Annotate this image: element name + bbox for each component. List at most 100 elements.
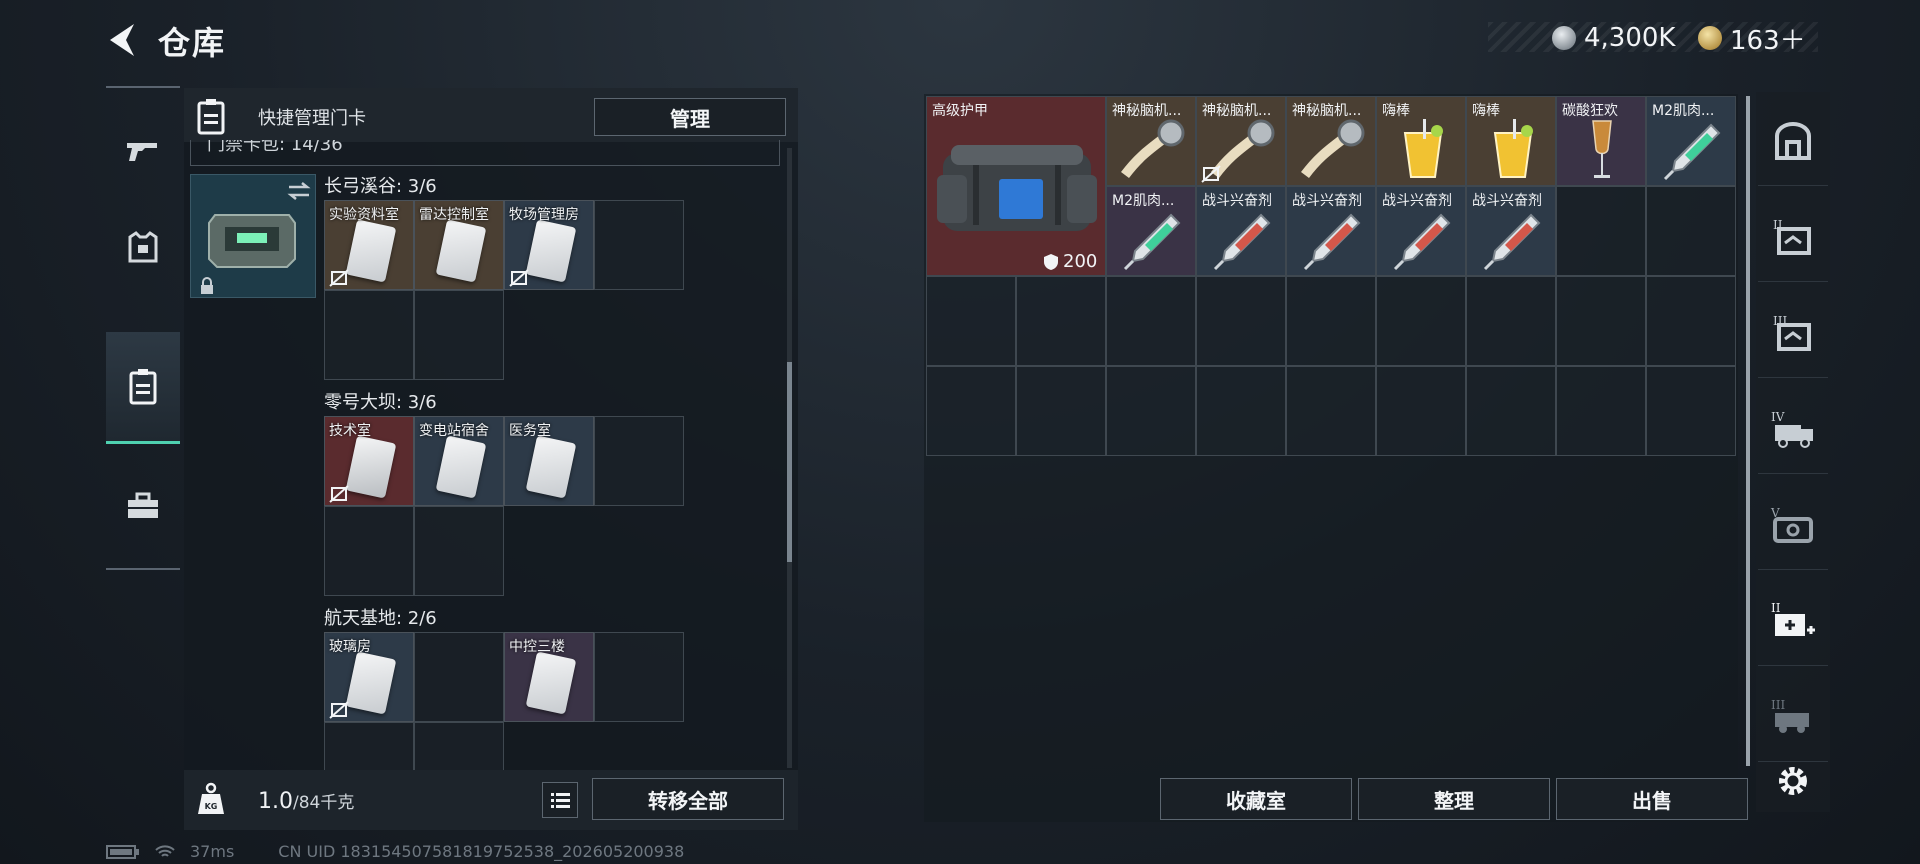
ping-readout: 37ms bbox=[190, 842, 235, 861]
item-combat-stimulant-2[interactable]: 战斗兴奋剂 bbox=[1286, 186, 1376, 276]
empty-storage-slot[interactable] bbox=[1556, 366, 1646, 456]
box-icon: II bbox=[1773, 218, 1811, 255]
empty-keycard-slot[interactable] bbox=[594, 416, 684, 506]
item-combat-stimulant-3[interactable]: 战斗兴奋剂 bbox=[1376, 186, 1466, 276]
nav-item-keycard[interactable] bbox=[106, 332, 180, 444]
storage-tab-5[interactable]: V bbox=[1758, 480, 1828, 570]
keycard-substation-dorm[interactable]: 变电站宿舍 bbox=[414, 416, 504, 506]
back-arrow-icon[interactable] bbox=[104, 20, 140, 60]
empty-storage-slot[interactable] bbox=[926, 366, 1016, 456]
keycard-pack-slot[interactable] bbox=[190, 174, 316, 298]
keycard-tech-room[interactable]: 技术室 bbox=[324, 416, 414, 506]
keycard-image bbox=[345, 651, 397, 715]
storage-tab-backpack[interactable] bbox=[1758, 96, 1828, 186]
empty-keycard-slot[interactable] bbox=[324, 722, 414, 770]
keycard-image bbox=[435, 435, 487, 499]
empty-storage-slot[interactable] bbox=[1196, 276, 1286, 366]
empty-keycard-slot[interactable] bbox=[414, 290, 504, 380]
nav-item-weapon[interactable] bbox=[106, 102, 180, 198]
storage-tab-4[interactable]: IV bbox=[1758, 384, 1828, 474]
transfer-all-button[interactable]: 转移全部 bbox=[592, 778, 784, 820]
item-brain-device-1[interactable]: 神秘脑机... bbox=[1106, 96, 1196, 186]
nav-item-equipment[interactable] bbox=[106, 200, 180, 296]
list-icon bbox=[551, 793, 570, 808]
nav-item-toolbox[interactable] bbox=[106, 458, 180, 554]
empty-keycard-slot[interactable] bbox=[414, 632, 504, 722]
storage-tab-3[interactable]: III bbox=[1758, 288, 1828, 378]
empty-storage-slot[interactable] bbox=[1016, 366, 1106, 456]
item-carbonated-carnival[interactable]: 碳酸狂欢 bbox=[1556, 96, 1646, 186]
keycard-radar-control[interactable]: 雷达控制室 bbox=[414, 200, 504, 290]
item-brain-device-2[interactable]: 神秘脑机... bbox=[1196, 96, 1286, 186]
empty-keycard-slot[interactable] bbox=[324, 290, 414, 380]
empty-storage-slot[interactable] bbox=[1286, 366, 1376, 456]
svg-text:KG: KG bbox=[205, 802, 218, 811]
item-m2-muscle-1[interactable]: M2肌肉... bbox=[1646, 96, 1736, 186]
empty-storage-slot[interactable] bbox=[1556, 186, 1646, 276]
drink-icon bbox=[1493, 119, 1533, 178]
item-m2-muscle-2[interactable]: M2肌肉... bbox=[1106, 186, 1196, 276]
item-brain-device-3[interactable]: 神秘脑机... bbox=[1286, 96, 1376, 186]
toolbox-icon bbox=[128, 492, 158, 518]
empty-keycard-slot[interactable] bbox=[594, 632, 684, 722]
empty-keycard-slot[interactable] bbox=[414, 722, 504, 770]
empty-storage-slot[interactable] bbox=[926, 276, 1016, 366]
item-combat-stimulant-4[interactable]: 战斗兴奋剂 bbox=[1466, 186, 1556, 276]
empty-storage-slot[interactable] bbox=[1106, 276, 1196, 366]
item-hi-stick-2[interactable]: 嗨棒 bbox=[1466, 96, 1556, 186]
keycard-control-3f[interactable]: 中控三楼 bbox=[504, 632, 594, 722]
durability-shield-icon bbox=[1044, 254, 1058, 270]
item-label: 战斗兴奋剂 bbox=[1382, 193, 1452, 209]
item-label: 嗨棒 bbox=[1472, 103, 1500, 119]
empty-storage-slot[interactable] bbox=[1466, 366, 1556, 456]
item-label: 神秘脑机... bbox=[1202, 103, 1272, 119]
gold-currency[interactable]: 163＋ bbox=[1698, 20, 1806, 56]
gold-amount: 163＋ bbox=[1730, 25, 1806, 56]
weight-value: 1.0 bbox=[258, 789, 293, 814]
keycard-scroll-thumb[interactable] bbox=[787, 362, 792, 562]
item-label: 神秘脑机... bbox=[1112, 103, 1182, 119]
storage-tab-add[interactable]: II bbox=[1758, 576, 1828, 666]
keycard-header-icon bbox=[197, 99, 225, 135]
manage-button[interactable]: 管理 bbox=[594, 98, 786, 136]
empty-storage-slot[interactable] bbox=[1016, 276, 1106, 366]
empty-storage-slot[interactable] bbox=[1646, 366, 1736, 456]
silver-amount: 4,300K bbox=[1584, 23, 1676, 53]
sell-button[interactable]: 出售 bbox=[1556, 778, 1748, 820]
empty-storage-slot[interactable] bbox=[1556, 276, 1646, 366]
empty-storage-slot[interactable] bbox=[1376, 366, 1466, 456]
keycard-lab-data-room[interactable]: 实验资料室 bbox=[324, 200, 414, 290]
backpack-icon bbox=[1775, 121, 1811, 160]
empty-keycard-slot[interactable] bbox=[324, 506, 414, 596]
add-storage-icon: II bbox=[1771, 601, 1815, 636]
sort-button[interactable]: 整理 bbox=[1358, 778, 1550, 820]
keycard-glass-room[interactable]: 玻璃房 bbox=[324, 632, 414, 722]
empty-keycard-slot[interactable] bbox=[414, 506, 504, 596]
item-combat-stimulant-1[interactable]: 战斗兴奋剂 bbox=[1196, 186, 1286, 276]
drink-icon bbox=[1403, 119, 1443, 178]
keycard-image bbox=[525, 435, 577, 499]
silver-currency[interactable]: 4,300K bbox=[1552, 20, 1675, 56]
empty-keycard-slot[interactable] bbox=[594, 200, 684, 290]
empty-storage-slot[interactable] bbox=[1286, 276, 1376, 366]
section-grid-spacebase: 玻璃房 中控三楼 bbox=[324, 632, 686, 770]
car-icon: III bbox=[1771, 698, 1809, 733]
settings-button[interactable] bbox=[1758, 736, 1828, 826]
section-title-dam: 零号大坝: 3/6 bbox=[324, 392, 437, 413]
empty-storage-slot[interactable] bbox=[1646, 186, 1736, 276]
item-hi-stick-1[interactable]: 嗨棒 bbox=[1376, 96, 1466, 186]
swap-icon[interactable] bbox=[287, 181, 311, 201]
empty-storage-slot[interactable] bbox=[1646, 276, 1736, 366]
empty-storage-slot[interactable] bbox=[1466, 276, 1556, 366]
collection-room-button[interactable]: 收藏室 bbox=[1160, 778, 1352, 820]
list-view-button[interactable] bbox=[542, 782, 578, 818]
empty-storage-slot[interactable] bbox=[1376, 276, 1466, 366]
empty-storage-slot[interactable] bbox=[1106, 366, 1196, 456]
keycard-ranch-office[interactable]: 牧场管理房 bbox=[504, 200, 594, 290]
brain-device-icon bbox=[1121, 119, 1185, 179]
empty-storage-slot[interactable] bbox=[1196, 366, 1286, 456]
storage-tab-2[interactable]: II bbox=[1758, 192, 1828, 282]
storage-scrollbar[interactable] bbox=[1746, 96, 1750, 766]
keycard-medical-room[interactable]: 医务室 bbox=[504, 416, 594, 506]
item-advanced-armor[interactable]: 高级护甲 200 bbox=[926, 96, 1106, 276]
